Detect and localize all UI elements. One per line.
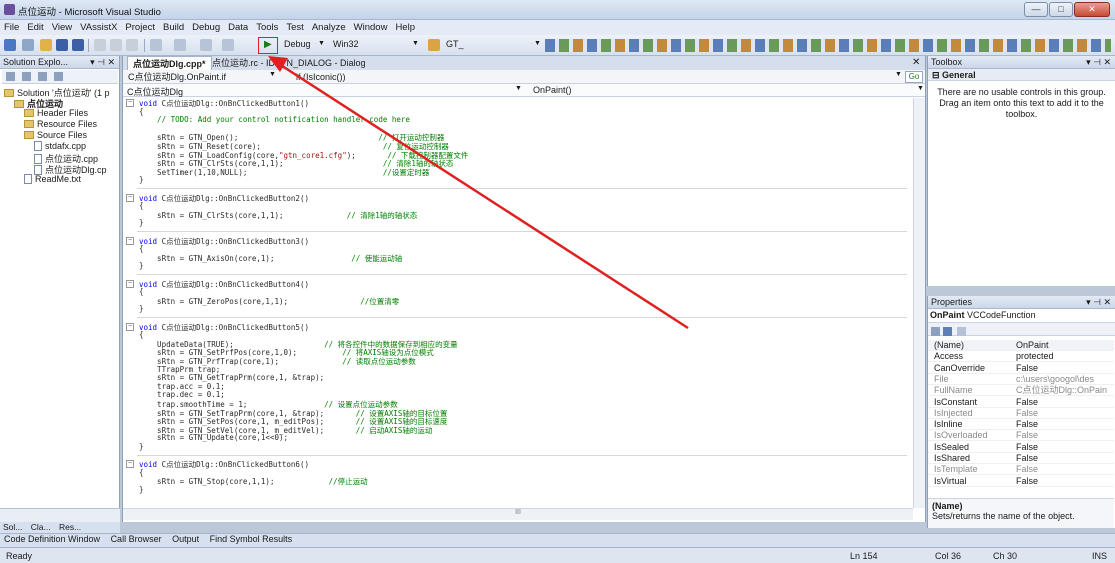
annotation-arrow-line: [275, 60, 689, 330]
annotation-arrow: [268, 56, 689, 330]
annotation-arrow-head: [268, 56, 288, 72]
